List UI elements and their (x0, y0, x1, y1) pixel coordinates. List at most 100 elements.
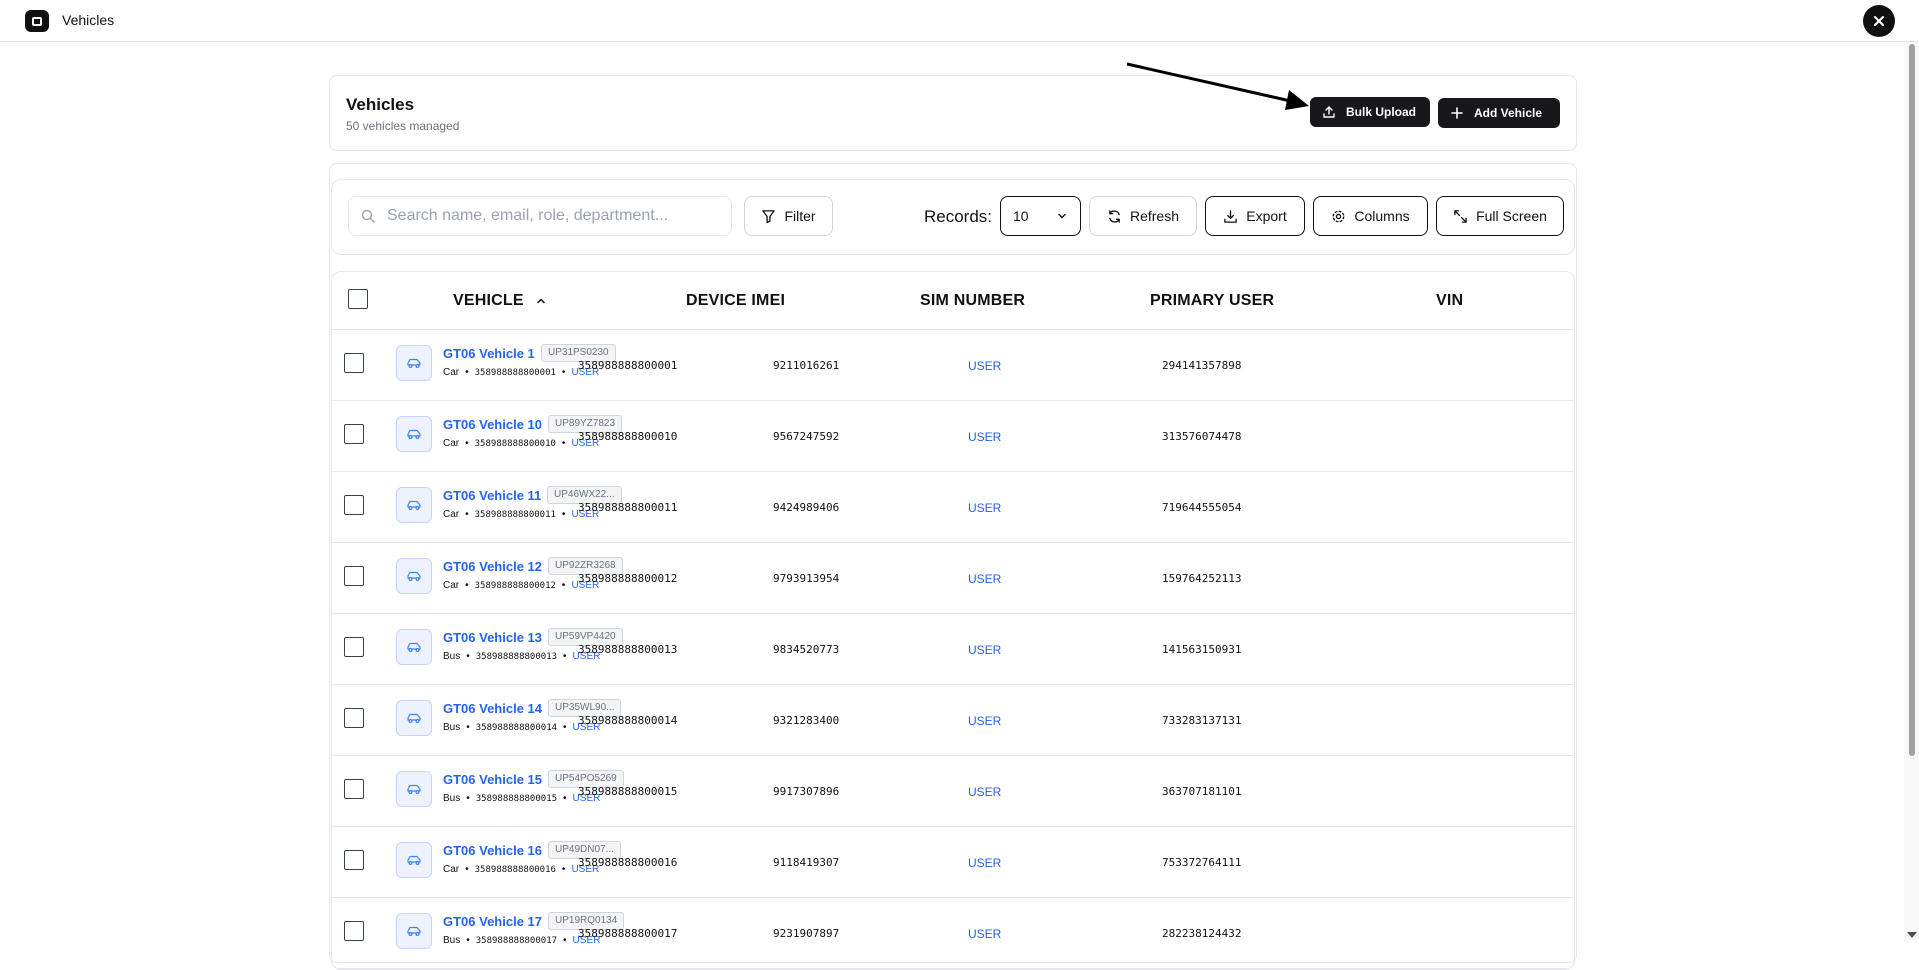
bulk-upload-label: Bulk Upload (1346, 105, 1417, 119)
vehicle-meta: Car • 358988888800001 • USER (443, 367, 599, 378)
vehicle-meta: Car • 358988888800010 • USER (443, 438, 599, 449)
add-vehicle-button[interactable]: Add Vehicle (1438, 98, 1560, 128)
row-checkbox[interactable] (344, 779, 364, 799)
table-row[interactable]: GT06 Vehicle 10 UP89YZ7823 Car • 3589888… (332, 401, 1574, 472)
vehicle-meta-imei: 358988888800015 (475, 793, 558, 804)
vehicle-meta-imei: 358988888800011 (474, 509, 556, 520)
vehicle-avatar (396, 487, 432, 523)
vin-cell: 719644555054 (1162, 501, 1242, 514)
column-header-primary-user[interactable]: PRIMARY USER (1150, 292, 1274, 310)
vehicle-meta-imei: 358988888800016 (474, 864, 556, 875)
column-header-device-imei[interactable]: DEVICE IMEI (686, 292, 785, 310)
select-all-checkbox[interactable] (348, 289, 368, 309)
row-checkbox[interactable] (344, 424, 364, 444)
page-title: Vehicles (346, 95, 415, 114)
row-checkbox[interactable] (344, 921, 364, 941)
table-row[interactable]: GT06 Vehicle 11 UP46WX22... Car • 358988… (332, 472, 1574, 543)
vehicle-name-link[interactable]: GT06 Vehicle 14 (443, 701, 542, 716)
car-icon (407, 855, 421, 865)
vehicle-name-link[interactable]: GT06 Vehicle 15 (443, 772, 542, 787)
vin-cell: 141563150931 (1162, 643, 1242, 656)
primary-user-link[interactable]: USER (968, 359, 1001, 373)
vehicle-type: Car (443, 580, 460, 591)
device-imei-cell: 358988888800017 (578, 927, 678, 940)
row-checkbox[interactable] (344, 566, 364, 586)
row-checkbox[interactable] (344, 850, 364, 870)
table-row[interactable]: GT06 Vehicle 12 UP92ZR3268 Car • 3589888… (332, 543, 1574, 614)
row-checkbox[interactable] (344, 353, 364, 373)
page-scrollbar[interactable] (1904, 42, 1919, 941)
vehicle-name-link[interactable]: GT06 Vehicle 13 (443, 630, 542, 645)
full-screen-label: Full Screen (1476, 208, 1547, 224)
refresh-button[interactable]: Refresh (1089, 196, 1197, 236)
primary-user-link[interactable]: USER (968, 714, 1001, 728)
primary-user-link[interactable]: USER (968, 927, 1001, 941)
column-header-sim-number[interactable]: SIM NUMBER (920, 292, 1025, 310)
vehicle-name-link[interactable]: GT06 Vehicle 1 (443, 346, 535, 361)
primary-user-link[interactable]: USER (968, 785, 1001, 799)
download-icon (1224, 209, 1238, 223)
vehicle-meta: Bus • 358988888800013 • USER (443, 651, 600, 662)
records-select[interactable]: 10 (1000, 196, 1081, 236)
vehicle-meta-imei: 358988888800013 (475, 651, 558, 662)
vehicle-meta: Car • 358988888800016 • USER (443, 864, 599, 875)
vehicle-meta-imei: 358988888800001 (474, 367, 556, 378)
primary-user-link[interactable]: USER (968, 501, 1001, 515)
bullet-separator: • (563, 793, 567, 804)
full-screen-button[interactable]: Full Screen (1436, 196, 1564, 236)
search-box[interactable] (348, 196, 732, 236)
gear-icon (1332, 210, 1345, 222)
filter-icon (762, 209, 776, 223)
sim-number-cell: 9424989406 (773, 501, 840, 514)
primary-user-link[interactable]: USER (968, 856, 1001, 870)
table-row[interactable]: GT06 Vehicle 14 UP35WL90... Bus • 358988… (332, 685, 1574, 756)
vehicle-type: Car (443, 438, 460, 449)
table-row[interactable]: GT06 Vehicle 1 UP31PS0230 Car • 35898888… (332, 330, 1574, 401)
vehicle-meta: Car • 358988888800011 • USER (443, 509, 599, 520)
search-icon (361, 209, 375, 223)
bullet-separator: • (563, 722, 567, 733)
close-icon (1874, 16, 1884, 26)
vehicle-name-link[interactable]: GT06 Vehicle 12 (443, 559, 542, 574)
row-checkbox[interactable] (344, 708, 364, 728)
plus-icon (1451, 107, 1463, 119)
vehicles-table-card: Filter Records: 10 Refresh Export Column… (329, 163, 1577, 970)
search-input[interactable] (387, 207, 707, 225)
sim-number-cell: 9118419307 (773, 856, 840, 869)
scrollbar-thumb[interactable] (1909, 44, 1915, 756)
primary-user-link[interactable]: USER (968, 572, 1001, 586)
bullet-separator: • (466, 793, 470, 804)
columns-button[interactable]: Columns (1313, 196, 1428, 236)
table-row[interactable]: GT06 Vehicle 15 UP54PO5269 Bus • 3589888… (332, 756, 1574, 827)
primary-user-link[interactable]: USER (968, 430, 1001, 444)
column-header-vehicle[interactable]: VEHICLE (453, 292, 546, 310)
table-row[interactable]: GT06 Vehicle 16 UP49DN07... Car • 358988… (332, 827, 1574, 898)
bullet-separator: • (563, 651, 567, 662)
table-row[interactable]: GT06 Vehicle 17 UP19RQ0134 Bus • 3589888… (332, 898, 1574, 969)
vehicle-name-link[interactable]: GT06 Vehicle 10 (443, 417, 542, 432)
vehicle-type: Bus (443, 651, 461, 662)
row-checkbox[interactable] (344, 637, 364, 657)
vehicle-avatar (396, 913, 432, 949)
row-checkbox[interactable] (344, 495, 364, 515)
table-row[interactable]: GT06 Vehicle 13 UP59VP4420 Bus • 3589888… (332, 614, 1574, 685)
table-toolbar: Filter Records: 10 Refresh Export Column… (331, 179, 1575, 255)
vehicle-type: Car (443, 864, 460, 875)
device-imei-cell: 358988888800001 (578, 359, 678, 372)
bullet-separator: • (561, 580, 566, 591)
scroll-down-icon[interactable] (1907, 932, 1917, 938)
column-header-vin[interactable]: VIN (1436, 292, 1463, 310)
filter-button[interactable]: Filter (744, 196, 833, 236)
bulk-upload-button[interactable]: Bulk Upload (1310, 97, 1430, 127)
vehicle-type: Bus (443, 722, 461, 733)
close-button[interactable] (1863, 5, 1895, 37)
device-imei-cell: 358988888800010 (578, 430, 678, 443)
vin-cell: 294141357898 (1162, 359, 1242, 372)
sort-asc-icon (537, 298, 545, 304)
vehicle-name-link[interactable]: GT06 Vehicle 16 (443, 843, 542, 858)
primary-user-link[interactable]: USER (968, 643, 1001, 657)
export-button[interactable]: Export (1205, 196, 1305, 236)
page-header: Vehicles 50 vehicles managed Bulk Upload… (329, 75, 1577, 151)
vehicle-name-link[interactable]: GT06 Vehicle 11 (443, 488, 541, 503)
vehicle-name-link[interactable]: GT06 Vehicle 17 (443, 914, 542, 929)
